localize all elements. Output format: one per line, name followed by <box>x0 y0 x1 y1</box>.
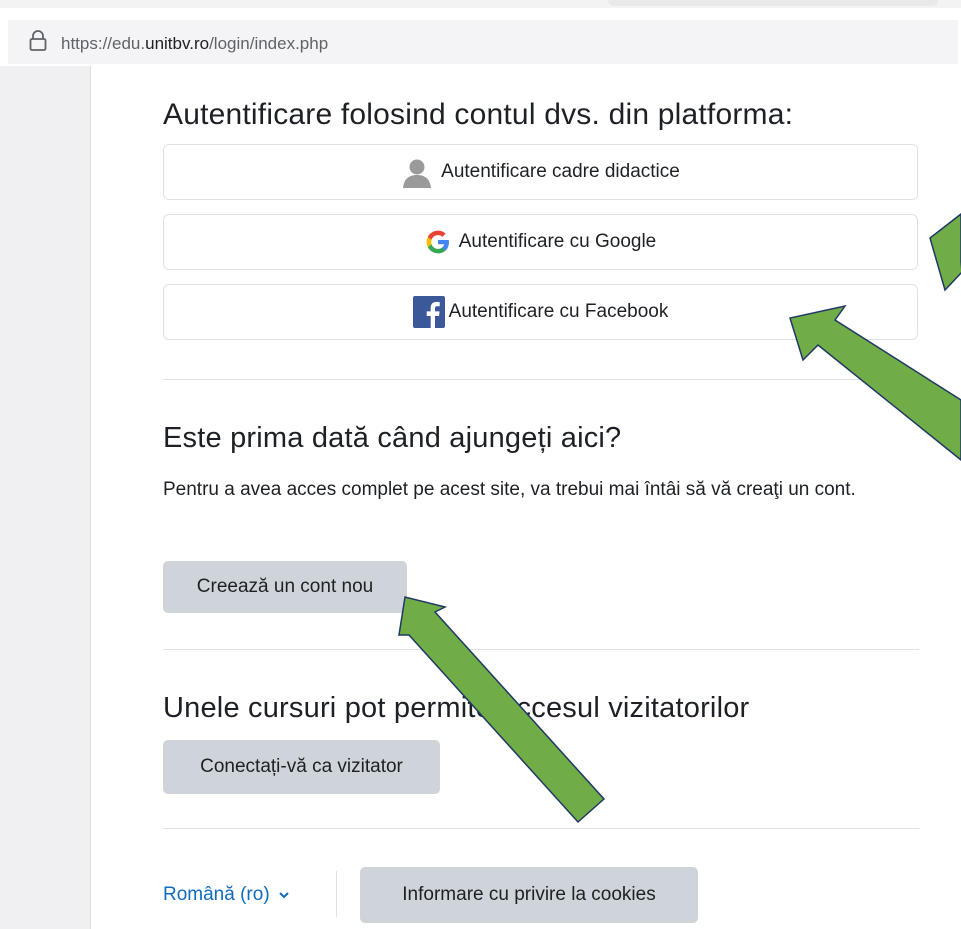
arrow-annotation-google <box>929 213 961 292</box>
create-account-button[interactable]: Creează un cont nou <box>163 561 407 613</box>
guest-login-button[interactable]: Conectați-vă ca vizitator <box>163 740 440 794</box>
lock-icon[interactable] <box>29 30 47 52</box>
login-google-button[interactable]: Autentificare cu Google <box>163 214 918 270</box>
first-time-text: Pentru a avea acces complet pe acest sit… <box>163 479 856 500</box>
user-avatar-icon <box>403 159 432 188</box>
url-path: /login/index.php <box>209 34 329 53</box>
facebook-icon <box>412 296 445 328</box>
login-google-label: Autentificare cu Google <box>458 231 657 252</box>
browser-tab-edge <box>608 0 938 6</box>
footer-separator <box>336 871 337 917</box>
language-selector[interactable]: Română (ro) <box>163 884 290 906</box>
google-icon <box>426 230 449 254</box>
chevron-down-icon <box>278 892 289 899</box>
platform-login-heading: Autentificare folosind contul dvs. din p… <box>163 98 794 131</box>
divider <box>163 828 919 829</box>
divider <box>163 379 919 380</box>
page-sidebar <box>0 66 91 929</box>
login-teachers-label: Autentificare cadre didactice <box>441 161 680 182</box>
annotation-arrows <box>398 213 961 824</box>
url-domain: unitbv.ro <box>145 34 210 53</box>
language-label: Română (ro) <box>163 884 270 905</box>
browser-top-strip <box>0 0 961 8</box>
url-prefix: https://edu. <box>61 34 146 53</box>
login-teachers-button[interactable]: Autentificare cadre didactice <box>163 144 918 200</box>
first-time-heading: Este prima dată când ajungeți aici? <box>163 422 622 454</box>
login-facebook-label: Autentificare cu Facebook <box>448 301 669 322</box>
url-text[interactable]: https://edu.unitbv.ro/login/index.php <box>61 34 328 54</box>
guest-access-heading: Unele cursuri pot permite accesul vizita… <box>163 692 750 724</box>
divider <box>163 649 919 650</box>
cookies-info-button[interactable]: Informare cu privire la cookies <box>360 867 698 923</box>
login-facebook-button[interactable]: Autentificare cu Facebook <box>163 284 918 340</box>
